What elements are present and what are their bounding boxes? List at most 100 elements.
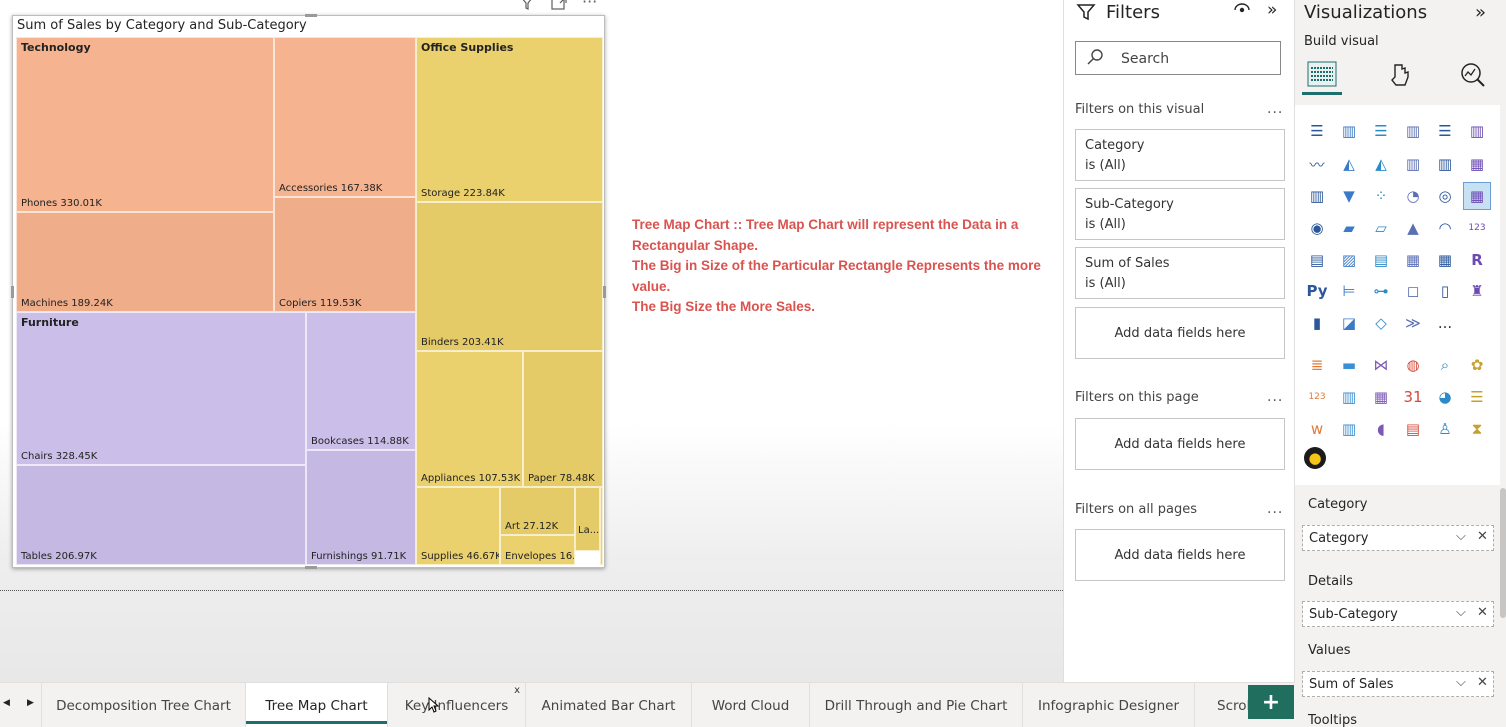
100-stacked-column-icon[interactable]: ▥ <box>1464 118 1490 144</box>
more-visuals-icon[interactable]: ... <box>1432 310 1458 336</box>
smart-narrative-icon[interactable]: ▮ <box>1304 310 1330 336</box>
resize-handle-top[interactable] <box>305 14 317 17</box>
custom-chord-icon[interactable]: ✿ <box>1464 352 1490 378</box>
paginated-report-icon[interactable]: ▯ <box>1432 278 1458 304</box>
treemap-tile[interactable]: Paper 78.48K <box>523 351 603 487</box>
filter-icon[interactable] <box>520 0 534 14</box>
waterfall-icon[interactable]: ▥ <box>1304 183 1330 209</box>
custom-grid-icon[interactable]: ▦ <box>1368 384 1394 410</box>
treemap-icon[interactable]: ▦ <box>1463 182 1491 210</box>
treemap-tile[interactable]: Art 27.12K <box>500 487 575 535</box>
treemap-tile[interactable]: Envelopes 16.... <box>500 535 575 565</box>
shape-map-icon[interactable]: ▱ <box>1368 215 1394 241</box>
python-visual-icon[interactable]: Py <box>1304 278 1330 304</box>
well-field-category[interactable]: Category ⌵ ✕ <box>1302 525 1494 551</box>
treemap-tile[interactable]: Chairs 328.45K <box>16 312 306 465</box>
filter-card-category[interactable]: Category is (All) <box>1075 129 1285 181</box>
line-chart-icon[interactable]: 〰 <box>1304 151 1330 177</box>
clustered-column-icon[interactable]: ▥ <box>1400 118 1426 144</box>
matrix-icon[interactable]: ▦ <box>1432 247 1458 273</box>
donut-chart-icon[interactable]: ◎ <box>1432 183 1458 209</box>
custom-abc-icon[interactable]: ▬ <box>1336 352 1362 378</box>
treemap-chart[interactable]: Phones 330.01K Machines 189.24K Accessorie… <box>16 37 603 565</box>
custom-pie-icon[interactable]: ◍ <box>1400 352 1426 378</box>
multi-row-card-icon[interactable]: ▤ <box>1304 247 1330 273</box>
tab-decomposition-tree-chart[interactable]: Decomposition Tree Chart <box>41 683 246 727</box>
treemap-tile[interactable]: Supplies 46.67K <box>416 487 500 565</box>
treemap-tile[interactable]: La... <box>575 487 600 551</box>
custom-bar-icon[interactable]: ▥ <box>1336 384 1362 410</box>
treemap-tile[interactable]: Machines 189.24K <box>16 212 274 312</box>
next-page-icon[interactable]: ▶ <box>27 698 34 708</box>
custom-list-icon[interactable]: ☰ <box>1464 384 1490 410</box>
gauge-icon[interactable]: ◠ <box>1432 215 1458 241</box>
card-icon[interactable]: 123 <box>1464 215 1490 241</box>
more-options-icon[interactable]: ... <box>1267 501 1283 517</box>
tab-infographic-designer[interactable]: Infographic Designer <box>1023 683 1195 727</box>
custom-wordcloud-icon[interactable]: w <box>1304 416 1330 442</box>
more-options-icon[interactable]: ... <box>1267 389 1283 405</box>
treemap-tile[interactable]: Tables 206.97K <box>16 465 306 565</box>
decomposition-tree-icon[interactable]: ⊶ <box>1368 278 1394 304</box>
qna-icon[interactable]: ◻ <box>1400 278 1426 304</box>
build-visual-tab-icon[interactable] <box>1302 55 1342 95</box>
custom-bullet-icon[interactable]: ▥ <box>1336 416 1362 442</box>
r-visual-icon[interactable]: R <box>1464 247 1490 273</box>
stacked-column-icon[interactable]: ▥ <box>1336 118 1362 144</box>
treemap-tile[interactable]: Bookcases 114.88K <box>306 312 416 450</box>
custom-figure-icon[interactable]: ♙ <box>1432 416 1458 442</box>
power-automate-icon[interactable]: ◇ <box>1368 310 1394 336</box>
table-icon[interactable]: ▦ <box>1400 247 1426 273</box>
pane-scrollbar[interactable] <box>1500 488 1506 618</box>
custom-donut-icon[interactable]: ◕ <box>1432 384 1458 410</box>
custom-fish-icon[interactable]: ◖ <box>1368 416 1394 442</box>
add-data-fields-all-pages[interactable]: Add data fields here <box>1075 529 1285 581</box>
treemap-tile[interactable]: Binders 203.41K <box>416 202 603 351</box>
custom-hourglass-icon[interactable]: ⧗ <box>1464 416 1490 442</box>
close-icon[interactable]: ✕ <box>1477 605 1488 620</box>
tab-key-influencers[interactable]: Key Influencers x <box>388 683 526 727</box>
analytics-tab-icon[interactable] <box>1453 55 1493 95</box>
goals-icon[interactable]: ♜ <box>1464 278 1490 304</box>
treemap-tile[interactable]: Copiers 119.53K <box>274 197 416 312</box>
filter-card-sum-of-sales[interactable]: Sum of Sales is (All) <box>1075 247 1285 299</box>
treemap-visual[interactable]: Sum of Sales by Category and Sub-Categor… <box>11 14 606 569</box>
filters-search-input[interactable]: Search <box>1075 41 1281 75</box>
pie-chart-icon[interactable]: ◔ <box>1400 183 1426 209</box>
resize-handle-left[interactable] <box>11 286 14 298</box>
tab-animated-bar-chart[interactable]: Animated Bar Chart <box>526 683 692 727</box>
custom-badge-icon[interactable]: ● <box>1304 447 1326 469</box>
tab-drill-through-and-pie-chart[interactable]: Drill Through and Pie Chart <box>810 683 1023 727</box>
report-canvas[interactable]: ··· Sum of Sales by Category and Sub-Cat… <box>0 0 1063 682</box>
custom-calendar-icon[interactable]: 31 <box>1400 384 1426 410</box>
treemap-tile[interactable] <box>600 487 603 565</box>
azure-map-icon[interactable]: ▲ <box>1400 215 1426 241</box>
well-field-sum-of-sales[interactable]: Sum of Sales ⌵ ✕ <box>1302 671 1494 697</box>
funnel-icon[interactable]: ▼ <box>1336 183 1362 209</box>
focus-mode-icon[interactable] <box>551 0 567 14</box>
custom-sankey-icon[interactable]: ⋈ <box>1368 352 1394 378</box>
stacked-area-icon[interactable]: ◭ <box>1368 151 1394 177</box>
line-clustered-column-icon[interactable]: ▥ <box>1432 151 1458 177</box>
filter-card-sub-category[interactable]: Sub-Category is (All) <box>1075 188 1285 240</box>
custom-infographic-icon[interactable]: ▤ <box>1400 416 1426 442</box>
clustered-bar-icon[interactable]: ☰ <box>1368 118 1394 144</box>
map-icon[interactable]: ◉ <box>1304 215 1330 241</box>
chevron-down-icon[interactable]: ⌵ <box>1456 605 1466 620</box>
add-data-fields-visual[interactable]: Add data fields here <box>1075 307 1285 359</box>
resize-handle-bottom[interactable] <box>305 566 317 569</box>
key-influencers-icon[interactable]: ⊨ <box>1336 278 1362 304</box>
treemap-tile[interactable]: Appliances 107.53K <box>416 351 523 487</box>
treemap-tile[interactable]: Accessories 167.38K <box>274 37 416 197</box>
tab-word-cloud[interactable]: Word Cloud <box>692 683 810 727</box>
eye-icon[interactable] <box>1234 2 1250 20</box>
close-icon[interactable]: ✕ <box>1477 675 1488 690</box>
add-data-fields-page[interactable]: Add data fields here <box>1075 418 1285 470</box>
custom-text-filter-icon[interactable]: ≣ <box>1304 352 1330 378</box>
kpi-icon[interactable]: ▨ <box>1336 247 1362 273</box>
treemap-tile[interactable]: Furnishings 91.71K <box>306 450 416 565</box>
line-column-icon[interactable]: ▥ <box>1400 151 1426 177</box>
slicer-icon[interactable]: ▤ <box>1368 247 1394 273</box>
treemap-tile[interactable]: Storage 223.84K <box>416 37 603 202</box>
collapse-filters-icon[interactable]: » <box>1267 0 1277 20</box>
